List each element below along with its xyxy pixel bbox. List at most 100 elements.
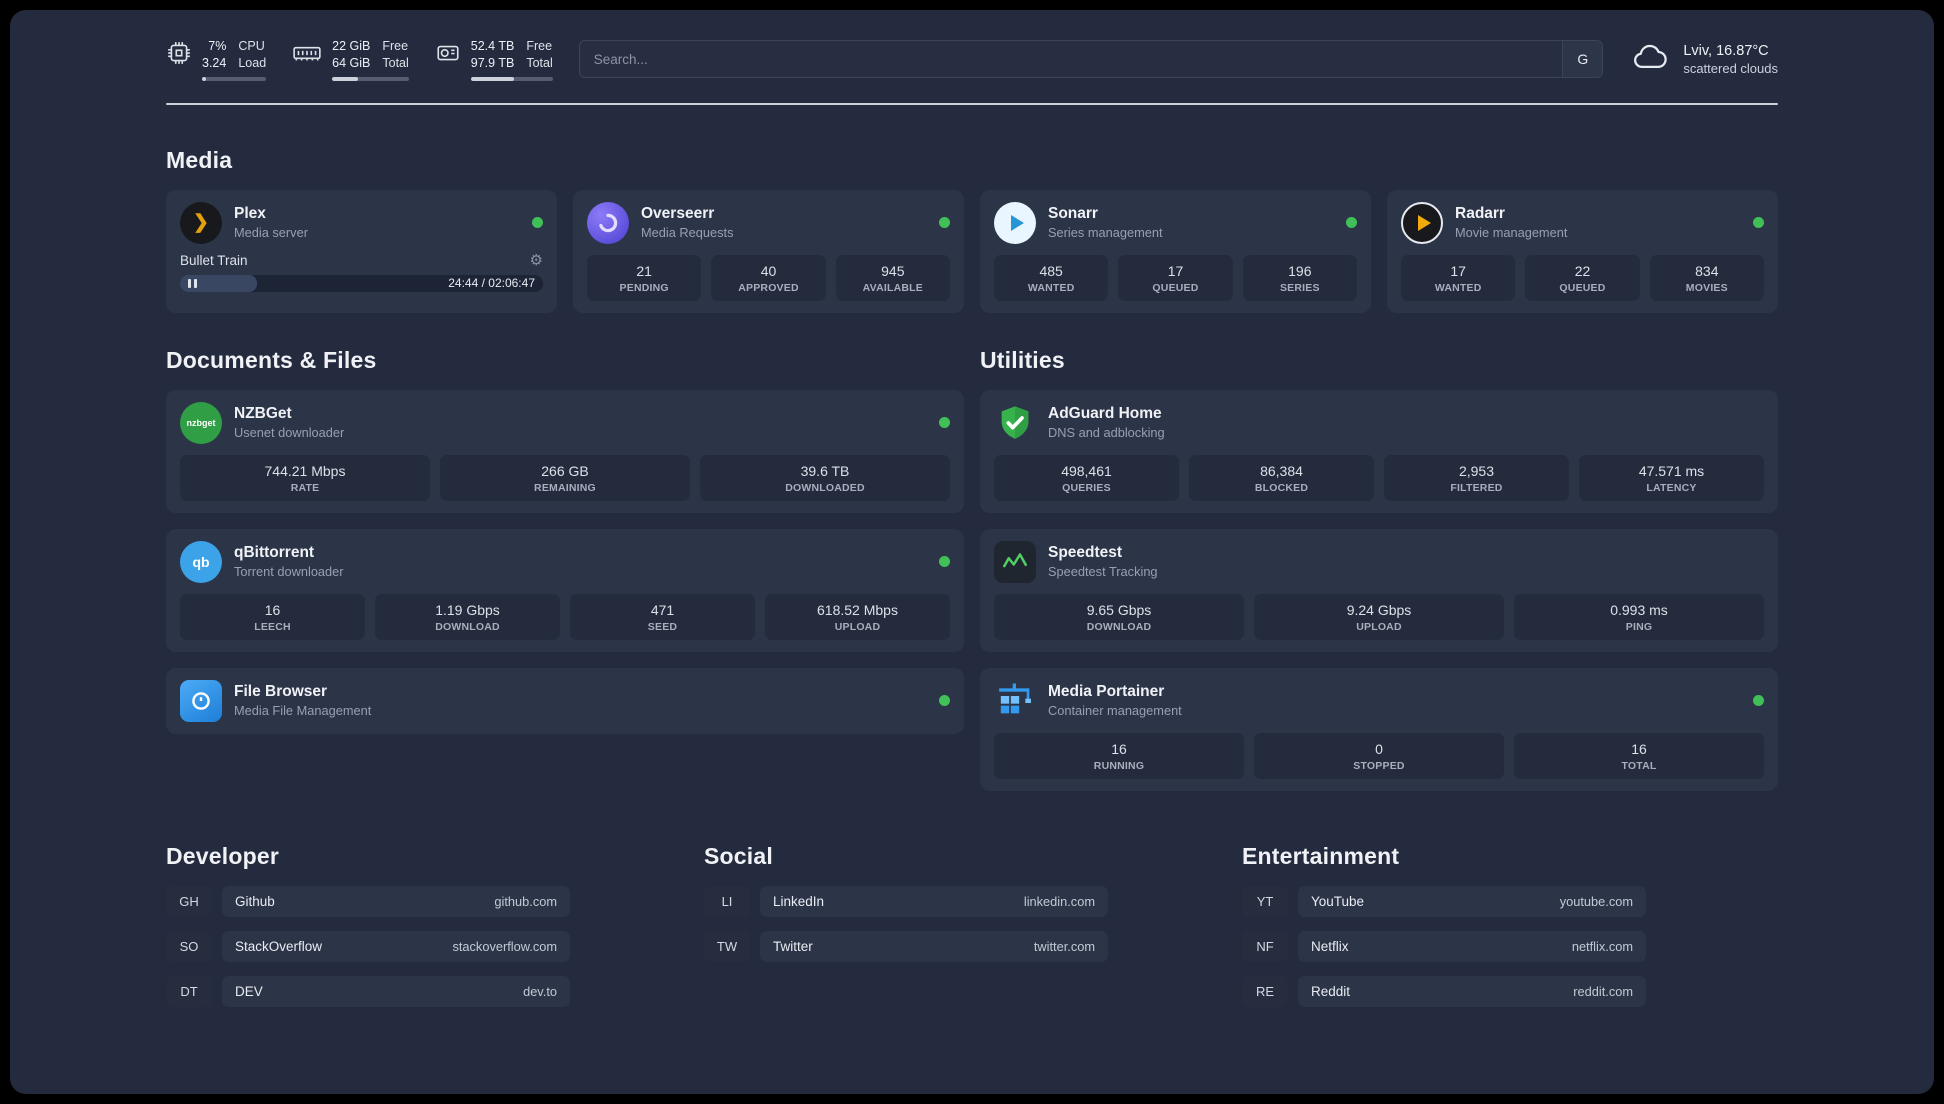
stat-label: SERIES (1279, 281, 1320, 294)
bookmark-url: reddit.com (1573, 983, 1633, 999)
now-playing-title: Bullet Train (180, 252, 248, 268)
stat-tile: 16 TOTAL (1514, 732, 1764, 779)
bookmark-abbr: NF (1242, 930, 1288, 962)
app-card-filebrowser[interactable]: File Browser Media File Management (166, 667, 964, 734)
stat-tile: 0 STOPPED (1254, 732, 1504, 779)
nzbget-icon: nzbget (180, 401, 222, 444)
bookmark-abbr: SO (166, 930, 212, 962)
status-indicator (939, 217, 950, 229)
app-title: Speedtest (1048, 543, 1123, 561)
bookmark-group-social: Social LI LinkedIn linkedin.com TW Twitt… (704, 843, 1108, 1021)
weather-widget[interactable]: Lviv, 16.87°C scattered clouds (1629, 40, 1778, 79)
stat-label: DOWNLOADED (785, 481, 865, 494)
bookmark-linkedin[interactable]: LI LinkedIn linkedin.com (704, 885, 1108, 917)
app-card-nzbget[interactable]: nzbget NZBGet Usenet downloader 744.21 M… (166, 389, 964, 513)
bookmark-reddit[interactable]: RE Reddit reddit.com (1242, 975, 1646, 1007)
stat-tile: 21 PENDING (587, 254, 702, 301)
stat-label: LEECH (254, 620, 291, 633)
stat-value: 47.571 ms (1638, 462, 1705, 479)
bookmark-name: Netflix (1311, 938, 1349, 954)
status-indicator (1753, 695, 1764, 707)
stat-label: PENDING (619, 281, 669, 294)
bookmark-name: Twitter (773, 938, 813, 954)
adguard-icon (994, 402, 1036, 444)
bookmark-name: StackOverflow (235, 938, 323, 954)
disk-progress-bar (470, 76, 553, 81)
bookmark-abbr: RE (1242, 975, 1288, 1007)
bookmark-name: LinkedIn (773, 893, 825, 909)
overseerr-icon (587, 201, 629, 244)
disk-total-value: 97.9 TB (470, 55, 515, 70)
stat-label: QUEUED (1559, 281, 1606, 294)
bookmark-url: dev.to (523, 983, 557, 999)
bookmark-youtube[interactable]: YT YouTube youtube.com (1242, 885, 1646, 917)
cloud-icon (1629, 40, 1671, 79)
section-heading-utilities: Utilities (980, 346, 1065, 373)
app-card-radarr[interactable]: Radarr Movie management 17 WANTED 22 QUE… (1387, 189, 1778, 313)
playback-progress-bar[interactable]: 24:44 / 02:06:47 (180, 274, 543, 292)
bookmark-group-developer: Developer GH Github github.com SO StackO… (166, 843, 570, 1021)
stat-tile: 618.52 Mbps UPLOAD (765, 593, 950, 640)
stat-value: 196 (1288, 262, 1312, 279)
bookmark-name: YouTube (1311, 893, 1365, 909)
section-heading-entertainment: Entertainment (1242, 842, 1400, 869)
stat-tile: 471 SEED (570, 593, 755, 640)
disk-total-label: Total (526, 55, 553, 70)
stat-value: 9.24 Gbps (1346, 601, 1412, 618)
section-heading-documents: Documents & Files (166, 346, 377, 373)
bookmark-dev[interactable]: DT DEV dev.to (166, 975, 570, 1007)
stat-value: 945 (881, 262, 905, 279)
stat-label: STOPPED (1353, 759, 1405, 772)
disk-free-value: 52.4 TB (470, 39, 515, 53)
stat-label: WANTED (1434, 281, 1482, 294)
header-divider (166, 102, 1778, 105)
stat-tile: 9.65 Gbps DOWNLOAD (994, 593, 1244, 640)
cpu-load-label: Load (238, 55, 267, 70)
stat-value: 266 GB (541, 462, 589, 479)
stat-value: 16 (1111, 740, 1127, 757)
status-indicator (1346, 217, 1357, 229)
stat-value: 22 (1574, 262, 1591, 279)
cpu-progress-bar (202, 76, 267, 81)
stat-tile: 39.6 TB DOWNLOADED (700, 454, 950, 501)
stat-tile: 86,384 BLOCKED (1189, 454, 1374, 501)
gear-icon[interactable]: ⚙ (530, 253, 543, 268)
bookmark-stackoverflow[interactable]: SO StackOverflow stackoverflow.com (166, 930, 570, 962)
portainer-icon (994, 680, 1036, 722)
stat-tile: 0.993 ms PING (1514, 593, 1764, 640)
app-card-plex[interactable]: ❯ Plex Media server Bullet Train ⚙ 24:44… (166, 189, 557, 313)
section-heading-social: Social (704, 842, 773, 869)
bookmark-url: linkedin.com (1023, 893, 1095, 909)
app-card-qbittorrent[interactable]: qb qBittorrent Torrent downloader 16 LEE… (166, 528, 964, 652)
bookmark-netflix[interactable]: NF Netflix netflix.com (1242, 930, 1646, 962)
app-subtitle: Usenet downloader (234, 425, 345, 441)
stat-value: 21 (636, 262, 652, 279)
app-card-portainer[interactable]: Media Portainer Container management 16 … (980, 667, 1778, 791)
stat-tile: 196 SERIES (1242, 254, 1357, 301)
filebrowser-icon (180, 679, 222, 722)
top-bar: 7% 3.24 CPU Load 22 GiB 64 GiB Free Tota… (166, 38, 1778, 81)
bookmark-github[interactable]: GH Github github.com (166, 885, 570, 917)
stat-value: 40 (760, 262, 777, 279)
app-card-adguard[interactable]: AdGuard Home DNS and adblocking 498,461 … (980, 389, 1778, 513)
disk-metric: 52.4 TB 97.9 TB Free Total (435, 38, 553, 81)
stat-label: QUEUED (1152, 281, 1199, 294)
stat-value: 471 (650, 601, 675, 618)
bookmark-abbr: LI (704, 885, 750, 917)
ram-progress-bar (332, 76, 409, 81)
ram-free-label: Free (382, 39, 409, 53)
stat-label: DOWNLOAD (1086, 620, 1152, 633)
bookmark-twitter[interactable]: TW Twitter twitter.com (704, 930, 1108, 962)
search-engine-button[interactable]: G (1562, 41, 1603, 78)
stat-label: RATE (290, 481, 320, 494)
stat-label: MOVIES (1685, 281, 1728, 294)
stat-label: UPLOAD (834, 620, 881, 633)
stat-label: APPROVED (738, 281, 799, 294)
section-heading-developer: Developer (166, 842, 280, 869)
app-card-speedtest[interactable]: Speedtest Speedtest Tracking 9.65 Gbps D… (980, 528, 1778, 652)
stat-label: LATENCY (1646, 481, 1697, 494)
search-input[interactable] (579, 41, 1563, 78)
app-subtitle: Series management (1048, 225, 1163, 241)
app-card-overseerr[interactable]: Overseerr Media Requests 21 PENDING 40 A… (573, 189, 964, 313)
app-card-sonarr[interactable]: Sonarr Series management 485 WANTED 17 Q… (980, 189, 1371, 313)
